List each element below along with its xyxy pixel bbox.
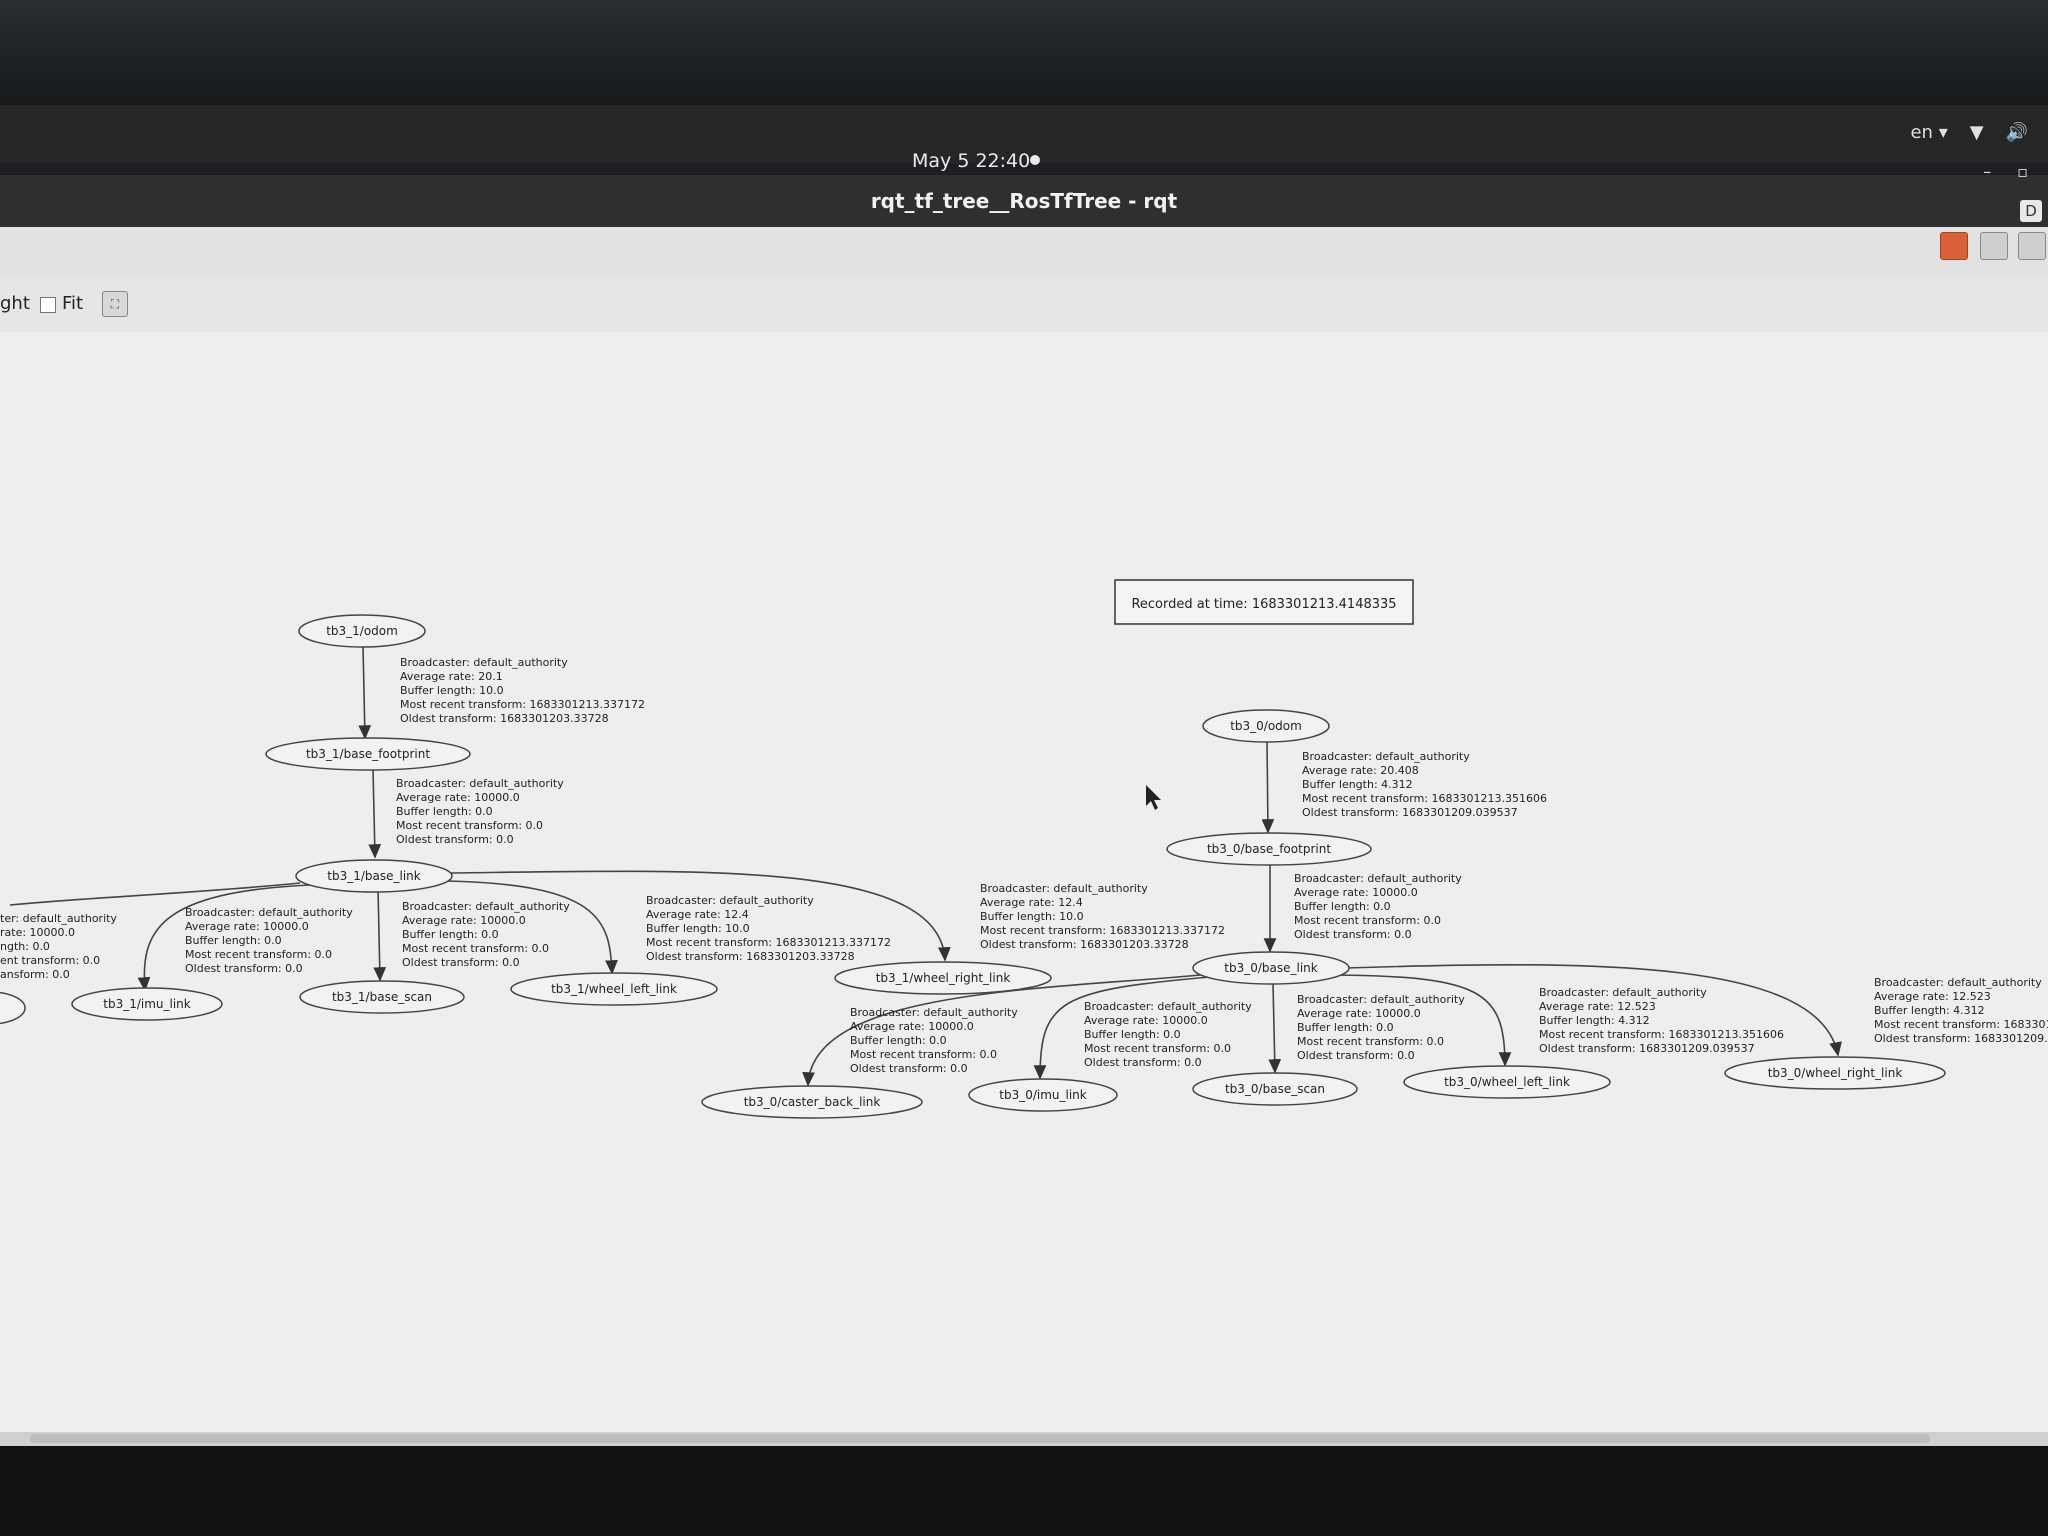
svg-text:tb3_0/odom: tb3_0/odom — [1230, 719, 1302, 733]
edge-label-tb3-0-footprint-base: Broadcaster: default_authority Average ra… — [1294, 872, 1462, 941]
node-tb3-0-odom[interactable]: tb3_0/odom — [1202, 709, 1330, 743]
node-tb3-0-base-link[interactable]: tb3_0/base_link — [1192, 951, 1350, 985]
node-tb3-1-odom[interactable]: tb3_1/odom — [298, 614, 426, 648]
volume-icon: 🔊 — [2005, 122, 2028, 143]
save-as-image-icon[interactable] — [1940, 232, 1968, 260]
node-tb3-1-base-scan[interactable]: tb3_1/base_scan — [299, 980, 465, 1014]
node-tb3-1-base-link[interactable]: tb3_1/base_link — [295, 859, 453, 893]
svg-text:tb3_1/base_link: tb3_1/base_link — [327, 869, 421, 883]
plugin-toolbar — [0, 227, 2048, 277]
fit-checkbox[interactable] — [40, 297, 56, 313]
node-tb3-1-wheel-right-link[interactable]: tb3_1/wheel_right_link — [834, 961, 1052, 995]
horizontal-scrollbar[interactable] — [30, 1434, 1930, 1443]
edge-label-tb3-1-odom-footprint: Broadcaster: default_authority Average ra… — [400, 656, 645, 725]
mouse-cursor-icon — [1146, 785, 1161, 810]
edge-label-tb3-0-caster: Broadcaster: default_authority Average ra… — [850, 1006, 1018, 1075]
svg-text:tb3_1/base_scan: tb3_1/base_scan — [332, 990, 432, 1004]
svg-text:tb3_1/imu_link: tb3_1/imu_link — [103, 997, 191, 1011]
recorded-time-label: Recorded at time: 1683301213.4148335 — [1131, 597, 1396, 612]
svg-text:tb3_1/odom: tb3_1/odom — [326, 624, 398, 638]
wifi-icon: ▼ — [1969, 122, 1984, 143]
window-title: rqt_tf_tree__RosTfTree - rqt — [870, 189, 1178, 213]
d-button[interactable]: D — [2020, 200, 2042, 222]
window-controls[interactable]: – ▫ — [1983, 162, 2028, 181]
edge-label-tb3-1-wheel-right: Broadcaster: default_authority Average ra… — [980, 882, 1225, 951]
edge-label-tb3-0-imu: Broadcaster: default_authority Average ra… — [1084, 1000, 1252, 1069]
clock[interactable]: May 5 22:40 — [912, 150, 1030, 172]
svg-text:tb3_1/wheel_right_link: tb3_1/wheel_right_link — [876, 971, 1011, 985]
tf-tree-graph: Recorded at time: 1683301213.4148335 tb3… — [0, 579, 2048, 1119]
edge-label-tb3-1-scan: Broadcaster: default_authority Average ra… — [402, 900, 570, 969]
language-indicator[interactable]: en ▾ — [1910, 122, 1947, 143]
options-bar — [0, 277, 2048, 332]
svg-text:tb3_0/base_scan: tb3_0/base_scan — [1225, 1082, 1325, 1096]
node-tb3-0-caster-back-link[interactable]: tb3_0/caster_back_link — [701, 1085, 923, 1119]
svg-text:tb3_0/caster_back_link: tb3_0/caster_back_link — [744, 1095, 881, 1109]
node-tb3-1-imu-link[interactable]: tb3_1/imu_link — [71, 987, 223, 1021]
svg-text:tb3_0/base_link: tb3_0/base_link — [1224, 961, 1318, 975]
edge-label-tb3-1-footprint-base: Broadcaster: default_authority Average ra… — [396, 777, 564, 846]
edge-label-tb3-1-partial: ter: default_authority rate: 10000.0 ngth:… — [0, 912, 117, 981]
svg-text:tb3_0/wheel_left_link: tb3_0/wheel_left_link — [1444, 1075, 1570, 1089]
node-tb3-0-base-footprint[interactable]: tb3_0/base_footprint — [1166, 832, 1372, 866]
svg-text:tb3_1/wheel_left_link: tb3_1/wheel_left_link — [551, 982, 677, 996]
highlight-option-label: ght — [0, 293, 30, 314]
fit-in-view-button[interactable]: ⛶ — [102, 291, 128, 317]
node-tb3-1-partial — [0, 991, 26, 1025]
system-tray[interactable]: en ▾ ▼ 🔊 — [1910, 122, 2028, 143]
recorded-box: Recorded at time: 1683301213.4148335 — [1114, 579, 1414, 625]
svg-text:tb3_0/base_footprint: tb3_0/base_footprint — [1207, 842, 1331, 856]
edge-label-tb3-1-wheel-left: Broadcaster: default_authority Average ra… — [646, 894, 891, 963]
edge-label-tb3-1-imu: Broadcaster: default_authority Average ra… — [185, 906, 353, 975]
save-as-svg-icon[interactable] — [1980, 232, 2008, 260]
node-tb3-0-wheel-right-link[interactable]: tb3_0/wheel_right_link — [1724, 1056, 1946, 1090]
minimize-icon[interactable]: – — [1983, 162, 1991, 181]
edge-labels: Broadcaster: default_authority Average ra… — [0, 656, 2048, 1075]
monitor-bezel-bottom — [0, 1446, 2048, 1536]
save-as-dot-icon[interactable] — [2018, 232, 2046, 260]
edge-label-tb3-0-odom-footprint: Broadcaster: default_authority Average ra… — [1302, 750, 1547, 819]
svg-text:tb3_1/base_footprint: tb3_1/base_footprint — [306, 747, 430, 761]
node-tb3-0-wheel-left-link[interactable]: tb3_0/wheel_left_link — [1403, 1065, 1611, 1099]
svg-text:tb3_0/wheel_right_link: tb3_0/wheel_right_link — [1768, 1066, 1903, 1080]
graph-canvas[interactable]: Recorded at time: 1683301213.4148335 tb3… — [0, 332, 2048, 1432]
fit-label: Fit — [62, 293, 84, 314]
node-tb3-0-imu-link[interactable]: tb3_0/imu_link — [968, 1078, 1118, 1112]
maximize-icon[interactable]: ▫ — [2017, 162, 2028, 181]
node-tb3-1-base-footprint[interactable]: tb3_1/base_footprint — [265, 737, 471, 771]
monitor-bezel-top — [0, 0, 2048, 105]
svg-text:tb3_0/imu_link: tb3_0/imu_link — [999, 1088, 1087, 1102]
edge-label-tb3-0-wheel-left: Broadcaster: default_authority Average ra… — [1539, 986, 1784, 1055]
node-tb3-1-wheel-left-link[interactable]: tb3_1/wheel_left_link — [510, 972, 718, 1006]
edge-label-tb3-0-wheel-right: Broadcaster: default_authority Average ra… — [1874, 976, 2048, 1045]
node-tb3-0-base-scan[interactable]: tb3_0/base_scan — [1192, 1072, 1358, 1106]
edge-label-tb3-0-scan: Broadcaster: default_authority Average ra… — [1297, 993, 1465, 1062]
notification-dot-icon — [1030, 155, 1040, 165]
